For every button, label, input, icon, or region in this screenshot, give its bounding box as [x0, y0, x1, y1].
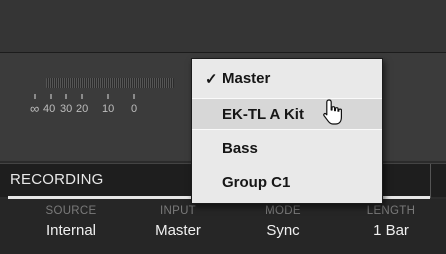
meter-scale-label: ∞ — [30, 101, 40, 116]
input-label: INPUT — [160, 205, 196, 217]
meter-tick — [107, 94, 109, 99]
menu-item-ek-tl-a-kit[interactable]: EK-TL A Kit — [192, 98, 382, 130]
recording-title: RECORDING — [10, 171, 104, 188]
level-meter — [46, 78, 174, 88]
meter-scale-label: 30 — [60, 103, 73, 115]
input-value: Master — [155, 222, 201, 239]
mode-label: MODE — [265, 205, 301, 217]
source-label: SOURCE — [45, 205, 97, 217]
meter-tick — [34, 94, 36, 99]
menu-item-label: Bass — [222, 140, 258, 157]
source-param[interactable]: SOURCE Internal — [16, 199, 126, 239]
meter-scale-label: 20 — [76, 103, 89, 115]
input-param[interactable]: INPUT Master — [123, 199, 233, 239]
meter-scale-label: 0 — [131, 103, 138, 115]
check-icon: ✓ — [205, 71, 218, 88]
recording-params: SOURCE Internal INPUT Master MODE Sync L… — [0, 199, 446, 254]
mode-value: Sync — [266, 222, 300, 239]
menu-item-label: Master — [222, 70, 271, 87]
menu-item-bass[interactable]: Bass — [192, 133, 382, 165]
length-label: LENGTH — [366, 205, 416, 217]
length-param[interactable]: LENGTH 1 Bar — [336, 199, 446, 239]
meter-tick — [65, 94, 67, 99]
divider — [430, 164, 431, 198]
meter-scale: ∞ 40 30 20 10 0 — [30, 101, 190, 117]
meter-tick — [50, 94, 52, 99]
length-value: 1 Bar — [373, 222, 409, 239]
top-bar — [0, 0, 446, 52]
meter-ticks — [30, 94, 180, 102]
meter-scale-label: 40 — [43, 103, 56, 115]
menu-item-group-c1[interactable]: Group C1 — [192, 167, 382, 199]
hand-cursor-icon — [323, 99, 342, 125]
meter-tick — [81, 94, 83, 99]
menu-item-label: EK-TL A Kit — [222, 106, 304, 123]
menu-item-label: Group C1 — [222, 174, 291, 191]
mode-param[interactable]: MODE Sync — [228, 199, 338, 239]
source-value: Internal — [45, 222, 97, 239]
menu-item-master[interactable]: ✓ Master — [192, 63, 382, 95]
input-dropdown-menu: ✓ Master EK-TL A Kit Bass Group C1 — [191, 58, 383, 204]
meter-scale-label: 10 — [102, 103, 115, 115]
meter-tick — [133, 94, 135, 99]
